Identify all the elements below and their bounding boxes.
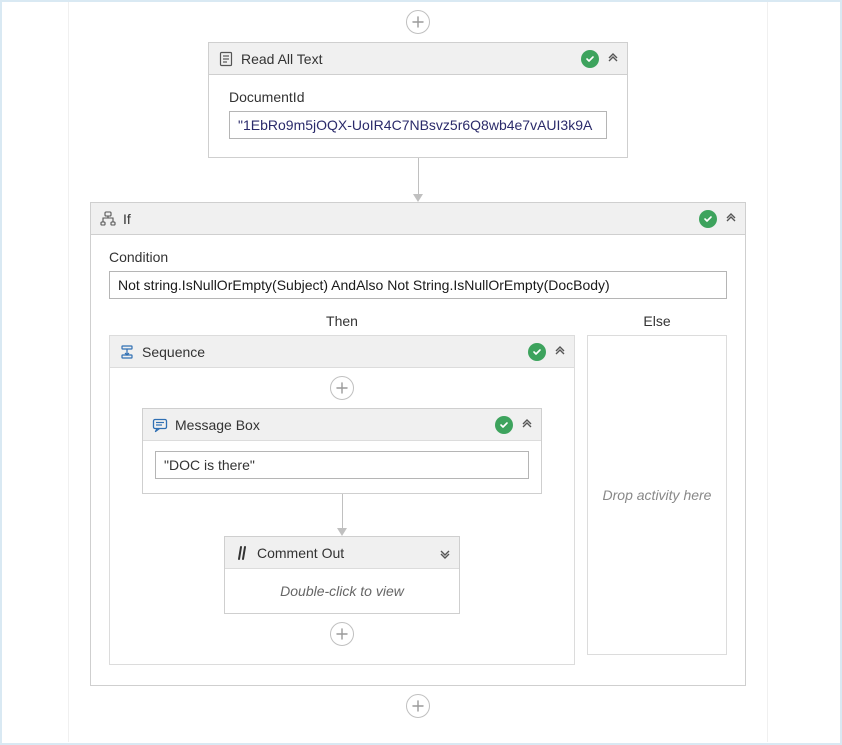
comment-out-hint[interactable]: Double-click to view	[225, 569, 459, 613]
else-column: Else Drop activity here	[587, 305, 727, 665]
add-activity-button[interactable]	[330, 622, 354, 646]
message-box-title: Message Box	[171, 417, 495, 433]
documentid-label: DocumentId	[229, 89, 607, 105]
else-drop-zone[interactable]: Drop activity here	[587, 335, 727, 655]
document-lines-icon	[215, 51, 237, 67]
message-icon	[149, 417, 171, 433]
collapse-toggle[interactable]	[552, 344, 568, 360]
if-icon	[97, 211, 119, 227]
message-box-activity[interactable]: Message Box	[142, 408, 542, 494]
then-drop-zone[interactable]: Sequence	[109, 335, 575, 665]
read-all-text-body: DocumentId	[209, 75, 627, 157]
if-activity[interactable]: If Condition Then	[90, 202, 746, 686]
condition-input[interactable]	[109, 271, 727, 299]
collapse-toggle[interactable]	[723, 211, 739, 227]
status-ok-icon	[581, 50, 599, 68]
documentid-input[interactable]	[229, 111, 607, 139]
sequence-title: Sequence	[138, 344, 528, 360]
add-activity-button-bottom[interactable]	[406, 694, 430, 718]
flow-column: Read All Text DocumentId	[82, 2, 754, 726]
condition-label: Condition	[109, 249, 727, 265]
message-box-header[interactable]: Message Box	[143, 409, 541, 441]
add-activity-button[interactable]	[330, 376, 354, 400]
then-label: Then	[109, 313, 575, 329]
sequence-activity[interactable]: Sequence	[110, 336, 574, 664]
collapse-toggle[interactable]	[605, 51, 621, 67]
comment-out-title: Comment Out	[253, 545, 437, 561]
if-title: If	[119, 211, 699, 227]
collapse-toggle[interactable]	[519, 417, 535, 433]
expand-toggle[interactable]	[437, 545, 453, 561]
status-ok-icon	[528, 343, 546, 361]
comment-out-header[interactable]: Comment Out	[225, 537, 459, 569]
comment-out-activity[interactable]: Comment Out Double-click to view	[224, 536, 460, 614]
message-text-input[interactable]	[155, 451, 529, 479]
if-body: Condition Then	[91, 235, 745, 685]
read-all-text-header[interactable]: Read All Text	[209, 43, 627, 75]
comment-slash-icon	[231, 545, 253, 561]
else-label: Else	[587, 313, 727, 329]
else-placeholder: Drop activity here	[603, 487, 712, 503]
message-box-body	[143, 441, 541, 493]
if-columns: Then	[109, 305, 727, 665]
read-all-text-activity[interactable]: Read All Text DocumentId	[208, 42, 628, 158]
sequence-header[interactable]: Sequence	[110, 336, 574, 368]
connector-arrow	[413, 158, 423, 202]
read-all-text-title: Read All Text	[237, 51, 581, 67]
sequence-body: Message Box	[110, 368, 574, 664]
workflow-canvas: Read All Text DocumentId	[0, 0, 842, 745]
if-header[interactable]: If	[91, 203, 745, 235]
then-column: Then	[109, 305, 575, 665]
add-activity-button-top[interactable]	[406, 10, 430, 34]
sequence-icon	[116, 344, 138, 360]
status-ok-icon	[495, 416, 513, 434]
connector-arrow	[337, 494, 347, 536]
status-ok-icon	[699, 210, 717, 228]
